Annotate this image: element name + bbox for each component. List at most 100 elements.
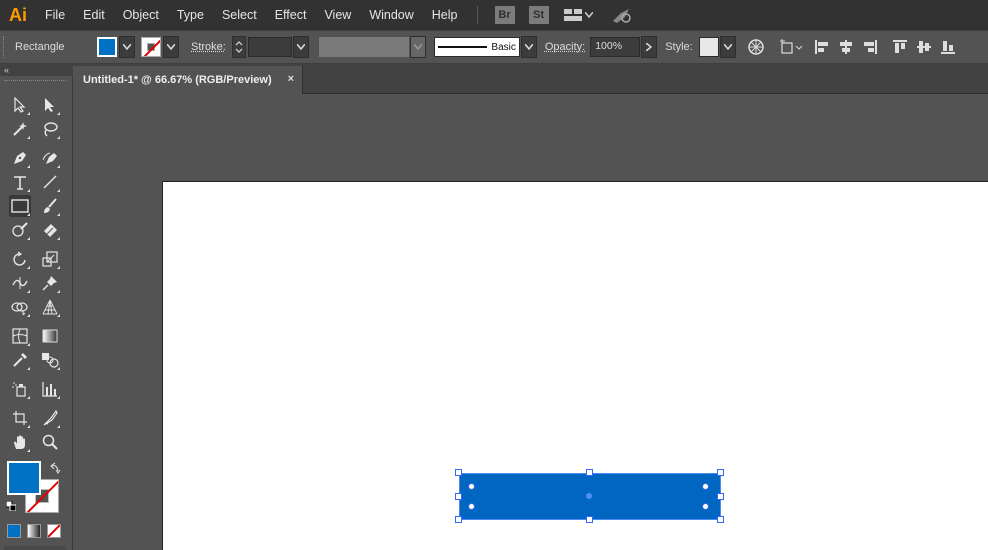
stroke-color-dropdown[interactable]: [163, 36, 179, 58]
live-corner-widget-top-left[interactable]: [468, 483, 475, 490]
symbol-sprayer-tool[interactable]: [9, 378, 31, 400]
shape-builder-icon: [11, 302, 28, 315]
close-tab-icon[interactable]: ×: [288, 73, 294, 85]
default-fill-stroke-icon[interactable]: [6, 501, 16, 511]
bounding-handle-top-center[interactable]: [586, 469, 593, 476]
shape-builder-tool[interactable]: [9, 296, 31, 318]
eraser-tool[interactable]: [39, 219, 61, 241]
style-swatch[interactable]: [698, 37, 719, 57]
bounding-handle-bottom-left[interactable]: [455, 516, 462, 523]
opacity-input[interactable]: 100%: [590, 37, 641, 57]
pushpin-icon: [42, 276, 57, 291]
gradient-tool[interactable]: [39, 325, 61, 347]
menu-edit[interactable]: Edit: [74, 0, 114, 30]
pen-tool[interactable]: [9, 147, 31, 169]
fill-color-box[interactable]: [7, 461, 41, 495]
opacity-dropdown[interactable]: [641, 36, 658, 58]
menu-type[interactable]: Type: [168, 0, 213, 30]
hand-tool[interactable]: [9, 431, 31, 453]
align-bottom-button[interactable]: [938, 37, 958, 57]
rectangle-center-point[interactable]: [586, 493, 592, 499]
brush-definition[interactable]: Basic: [433, 37, 520, 57]
bridge-button[interactable]: Br: [494, 6, 515, 24]
brush-dropdown[interactable]: [520, 36, 537, 58]
align-right-button[interactable]: [860, 37, 880, 57]
mesh-tool[interactable]: [9, 325, 31, 347]
eyedropper-tool[interactable]: [9, 349, 31, 371]
scale-tool[interactable]: [39, 248, 61, 270]
align-left-button[interactable]: [812, 37, 832, 57]
stroke-weight-dropdown[interactable]: [292, 36, 309, 58]
menu-help[interactable]: Help: [423, 0, 467, 30]
stroke-label[interactable]: Stroke:: [191, 41, 226, 53]
recolor-artwork-button[interactable]: [746, 37, 766, 57]
blend-tool[interactable]: [39, 349, 61, 371]
gradient-mode-button[interactable]: [27, 524, 41, 538]
puppet-warp-tool[interactable]: [39, 272, 61, 294]
tools-panel-collapse[interactable]: «: [0, 64, 73, 76]
bounding-handle-top-left[interactable]: [455, 469, 462, 476]
live-corner-widget-top-right[interactable]: [702, 483, 709, 490]
align-top-button[interactable]: [890, 37, 910, 57]
tools-panel-grip[interactable]: [4, 80, 66, 84]
rectangle-tool[interactable]: [9, 195, 31, 217]
rotate-tool[interactable]: [9, 248, 31, 270]
slice-knife-icon: [43, 410, 58, 426]
line-segment-tool[interactable]: [39, 171, 61, 193]
gpu-performance-button[interactable]: [611, 7, 633, 23]
align-vertical-center-button[interactable]: [914, 37, 934, 57]
menu-select[interactable]: Select: [213, 0, 266, 30]
artboard-tool[interactable]: [9, 407, 31, 429]
variable-width-dropdown[interactable]: [409, 36, 426, 58]
stroke-stepper[interactable]: [231, 36, 246, 58]
slice-tool[interactable]: [39, 407, 61, 429]
opacity-label[interactable]: Opacity:: [545, 41, 585, 53]
bounding-handle-middle-left[interactable]: [455, 493, 462, 500]
menu-window[interactable]: Window: [360, 0, 422, 30]
document-tab[interactable]: Untitled-1* @ 66.67% (RGB/Preview) ×: [73, 66, 303, 94]
fill-dropdown[interactable]: [119, 36, 135, 58]
stock-button[interactable]: St: [528, 6, 549, 24]
paintbrush-icon: [44, 198, 57, 213]
bounding-handle-top-right[interactable]: [717, 469, 724, 476]
panel-grip[interactable]: [3, 36, 7, 58]
color-mode-button[interactable]: [7, 524, 21, 538]
menu-file[interactable]: File: [36, 0, 74, 30]
direct-selection-tool[interactable]: [39, 94, 61, 116]
swap-fill-stroke-icon[interactable]: [49, 462, 61, 474]
control-bar: Rectangle Stroke: Basic Opacity: 100% St…: [0, 30, 988, 64]
fill-control[interactable]: [97, 36, 135, 58]
width-tool[interactable]: [9, 272, 31, 294]
bounding-handle-middle-right[interactable]: [717, 493, 724, 500]
lasso-tool[interactable]: [39, 118, 61, 140]
zoom-tool[interactable]: [39, 431, 61, 453]
magic-wand-tool[interactable]: [9, 118, 31, 140]
stroke-color-control[interactable]: [141, 36, 179, 58]
gradient-icon: [42, 329, 58, 343]
perspective-grid-tool[interactable]: [39, 296, 61, 318]
live-corner-widget-bottom-right[interactable]: [702, 503, 709, 510]
arrange-documents-button[interactable]: [563, 9, 593, 21]
curvature-tool[interactable]: [39, 147, 61, 169]
type-tool[interactable]: [9, 171, 31, 193]
none-mode-button[interactable]: [47, 524, 61, 538]
bounding-handle-bottom-center[interactable]: [586, 516, 593, 523]
selection-tool[interactable]: [9, 94, 31, 116]
selection-arrow-icon: [14, 97, 26, 113]
menu-view[interactable]: View: [315, 0, 360, 30]
paintbrush-tool[interactable]: [39, 195, 61, 217]
live-corner-widget-bottom-left[interactable]: [468, 503, 475, 510]
stroke-swatch[interactable]: [141, 37, 161, 57]
variable-width-profile[interactable]: [318, 37, 409, 57]
menu-object[interactable]: Object: [114, 0, 168, 30]
shaper-tool[interactable]: [9, 219, 31, 241]
blend-icon: [42, 353, 59, 368]
style-dropdown[interactable]: [719, 36, 736, 58]
stroke-weight-input[interactable]: [247, 37, 292, 57]
fill-swatch[interactable]: [97, 37, 117, 57]
align-horizontal-center-button[interactable]: [836, 37, 856, 57]
transform-button[interactable]: [778, 37, 804, 57]
column-graph-tool[interactable]: [39, 378, 61, 400]
menu-effect[interactable]: Effect: [266, 0, 316, 30]
bounding-handle-bottom-right[interactable]: [717, 516, 724, 523]
